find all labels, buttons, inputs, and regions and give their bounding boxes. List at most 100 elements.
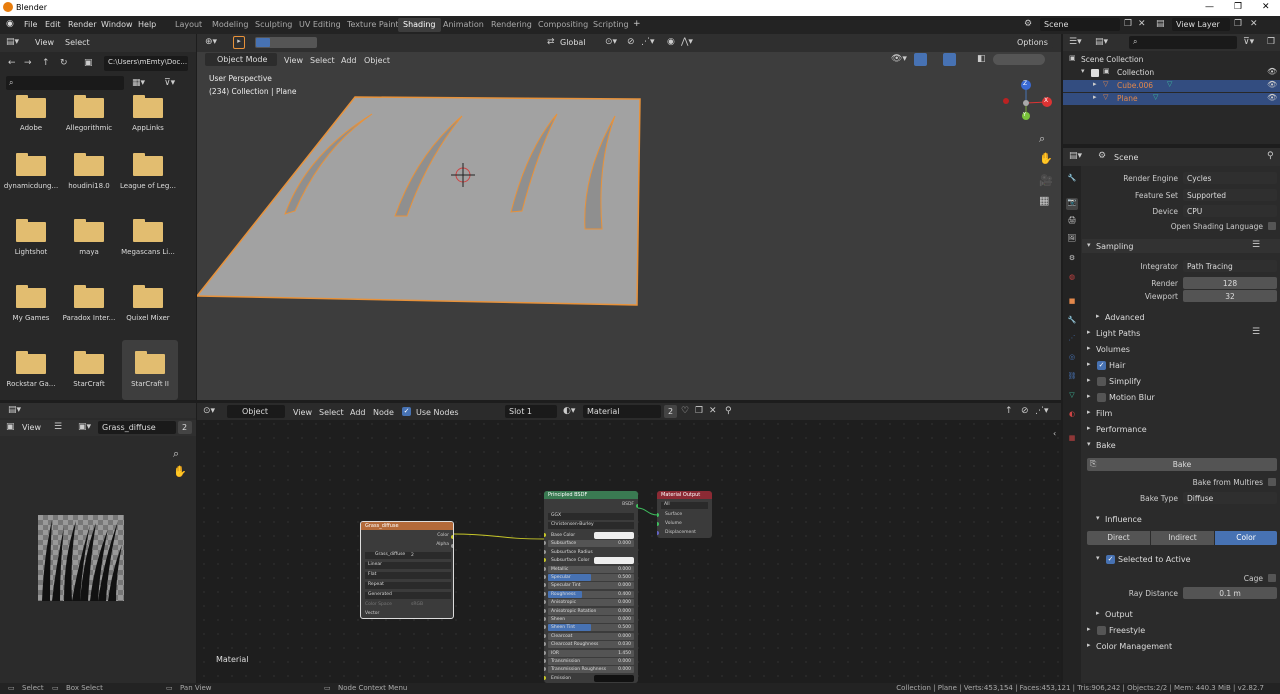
image-selector[interactable]: Grass_diffuse: [365, 552, 451, 559]
tab-sculpting[interactable]: Sculpting: [250, 18, 297, 32]
color-swatch[interactable]: [594, 557, 634, 565]
presets-list-icon[interactable]: ☰: [1252, 327, 1260, 337]
outliner-row[interactable]: ▣ Scene Collection: [1063, 54, 1280, 66]
editor-type-icon[interactable]: ▤▾: [1069, 151, 1082, 161]
motion-blur-header[interactable]: Motion Blur: [1109, 393, 1155, 402]
volumes-header[interactable]: Volumes: [1096, 345, 1130, 354]
extension-dropdown[interactable]: Repeat: [365, 582, 451, 589]
output-subpanel[interactable]: Output: [1105, 610, 1133, 619]
view-layer-tab-icon[interactable]: 🖼: [1066, 234, 1078, 246]
node-editor[interactable]: ⊙▾ Object View Select Add Node ✓ Use Nod…: [197, 403, 1061, 683]
osl-checkbox[interactable]: [1268, 222, 1276, 230]
menu-window[interactable]: Window: [101, 20, 133, 29]
fb-search-input[interactable]: [6, 76, 124, 90]
list-icon[interactable]: ☰: [54, 422, 62, 432]
projection-dropdown[interactable]: Flat: [365, 572, 451, 579]
interp-dropdown[interactable]: Linear: [365, 562, 451, 569]
new-scene-icon[interactable]: ❐: [1124, 19, 1132, 29]
color-swatch[interactable]: [594, 674, 634, 682]
3d-viewport[interactable]: ⊕▾ ▸ ⇄ Global ⊙▾ ⊘ ⋰▾ ◉ ⋀▾ Options Objec…: [197, 34, 1061, 400]
bsdf-input-row[interactable]: Subsurface Color: [544, 557, 634, 565]
advanced-subpanel[interactable]: Advanced: [1105, 313, 1145, 322]
visibility-icon[interactable]: 👁: [1267, 67, 1277, 76]
influence-tab-direct[interactable]: Direct: [1087, 531, 1150, 545]
presets-list-icon[interactable]: ☰: [1252, 240, 1260, 250]
light-paths-header[interactable]: Light Paths: [1096, 329, 1140, 338]
modifier-tab-icon[interactable]: 🔧: [1066, 316, 1078, 328]
pan-hand-icon[interactable]: ✋: [1039, 152, 1053, 165]
image-texture-node[interactable]: Grass_diffuse Color Alpha Grass_diffuse …: [360, 521, 454, 619]
input-socket[interactable]: [544, 541, 546, 546]
simplify-checkbox[interactable]: [1097, 377, 1106, 386]
bsdf-input-row[interactable]: Specular Tint 0.000: [544, 582, 634, 590]
input-socket[interactable]: [544, 591, 546, 596]
bsdf-input-row[interactable]: Specular 0.500: [544, 574, 634, 581]
input-socket[interactable]: [544, 625, 546, 630]
influence-subpanel[interactable]: Influence: [1105, 515, 1142, 524]
input-socket[interactable]: [544, 642, 546, 647]
device-dropdown[interactable]: CPU: [1183, 205, 1277, 217]
new-folder-icon[interactable]: ▣: [84, 58, 93, 68]
subsurface-method-dropdown[interactable]: Christensen-Burley: [548, 522, 634, 529]
freestyle-checkbox[interactable]: [1097, 626, 1106, 635]
socket-color[interactable]: [451, 535, 453, 539]
render-samples-field[interactable]: 128: [1183, 277, 1277, 289]
tool-tab-icon[interactable]: 🔧: [1066, 174, 1078, 186]
tab-shading[interactable]: Shading: [398, 18, 441, 32]
simplify-header[interactable]: Simplify: [1109, 377, 1141, 386]
input-socket[interactable]: [544, 675, 546, 680]
editor-type-icon[interactable]: ▤▾: [8, 405, 21, 415]
bsdf-input-row[interactable]: Roughness 0.400: [544, 590, 634, 598]
fb-menu-select[interactable]: Select: [65, 38, 90, 47]
navigation-gizmo[interactable]: Z X Y: [997, 76, 1053, 126]
fb-menu-view[interactable]: View: [35, 38, 54, 47]
color-swatch[interactable]: [594, 532, 634, 539]
output-target-dropdown[interactable]: All: [661, 502, 708, 509]
feature-set-dropdown[interactable]: Supported: [1183, 189, 1277, 201]
folder-item[interactable]: Quixel Mixer: [120, 285, 176, 322]
maximize-icon[interactable]: ❐: [1234, 2, 1242, 12]
performance-header[interactable]: Performance: [1096, 425, 1147, 434]
bsdf-input-row[interactable]: Subsurface 0.000: [544, 540, 634, 548]
new-collection-icon[interactable]: ❐: [1267, 37, 1275, 47]
forward-icon[interactable]: →: [24, 58, 32, 68]
bake-type-dropdown[interactable]: Diffuse: [1183, 492, 1277, 504]
hair-header[interactable]: Hair: [1109, 361, 1125, 370]
refresh-icon[interactable]: ↻: [60, 58, 68, 68]
folder-item[interactable]: Adobe: [3, 95, 59, 132]
editor-type-icon[interactable]: ☰▾: [1069, 37, 1082, 47]
color-management-header[interactable]: Color Management: [1096, 642, 1172, 651]
menu-file[interactable]: File: [24, 20, 37, 29]
influence-tab-color[interactable]: Color: [1215, 531, 1277, 545]
bake-multires-checkbox[interactable]: [1268, 478, 1276, 486]
bsdf-input-row[interactable]: Sheen 0.000: [544, 616, 634, 623]
constraints-tab-icon[interactable]: ⛓: [1066, 372, 1078, 384]
data-tab-icon[interactable]: ▽: [1066, 391, 1078, 403]
menu-help[interactable]: Help: [138, 20, 156, 29]
viewport-samples-field[interactable]: 32: [1183, 290, 1277, 302]
particles-tab-icon[interactable]: ⋰: [1066, 334, 1078, 346]
material-output-node[interactable]: Material Output All Surface Volume Displ…: [657, 491, 712, 538]
selected-to-active-checkbox[interactable]: ✓: [1106, 555, 1115, 564]
tab-scripting[interactable]: Scripting: [588, 18, 634, 32]
input-socket[interactable]: [544, 583, 546, 588]
tab-compositing[interactable]: Compositing: [533, 18, 593, 32]
tab-modeling[interactable]: Modeling: [207, 18, 253, 32]
bsdf-input-row[interactable]: Base Color: [544, 532, 634, 539]
ortho-grid-icon[interactable]: ▦: [1039, 194, 1049, 207]
sidebar-toggle-icon[interactable]: ‹: [1053, 429, 1056, 438]
visibility-icon[interactable]: 👁: [1267, 80, 1277, 89]
material-tab-icon[interactable]: ◐: [1066, 410, 1078, 422]
editor-type-icon[interactable]: ▤▾: [6, 37, 19, 47]
tab-uv-editing[interactable]: UV Editing: [294, 18, 346, 32]
folder-item[interactable]: maya: [61, 219, 117, 256]
input-socket[interactable]: [544, 549, 546, 554]
film-header[interactable]: Film: [1096, 409, 1112, 418]
socket-surface[interactable]: [657, 513, 659, 517]
bsdf-input-row[interactable]: Transmission Roughness 0.000: [544, 666, 634, 674]
texture-tab-icon[interactable]: ▦: [1066, 434, 1078, 446]
folder-item[interactable]: houdini18.0: [61, 153, 117, 190]
socket-bsdf[interactable]: [636, 504, 638, 508]
folder-item[interactable]: My Games: [3, 285, 59, 322]
motion-blur-checkbox[interactable]: [1097, 393, 1106, 402]
